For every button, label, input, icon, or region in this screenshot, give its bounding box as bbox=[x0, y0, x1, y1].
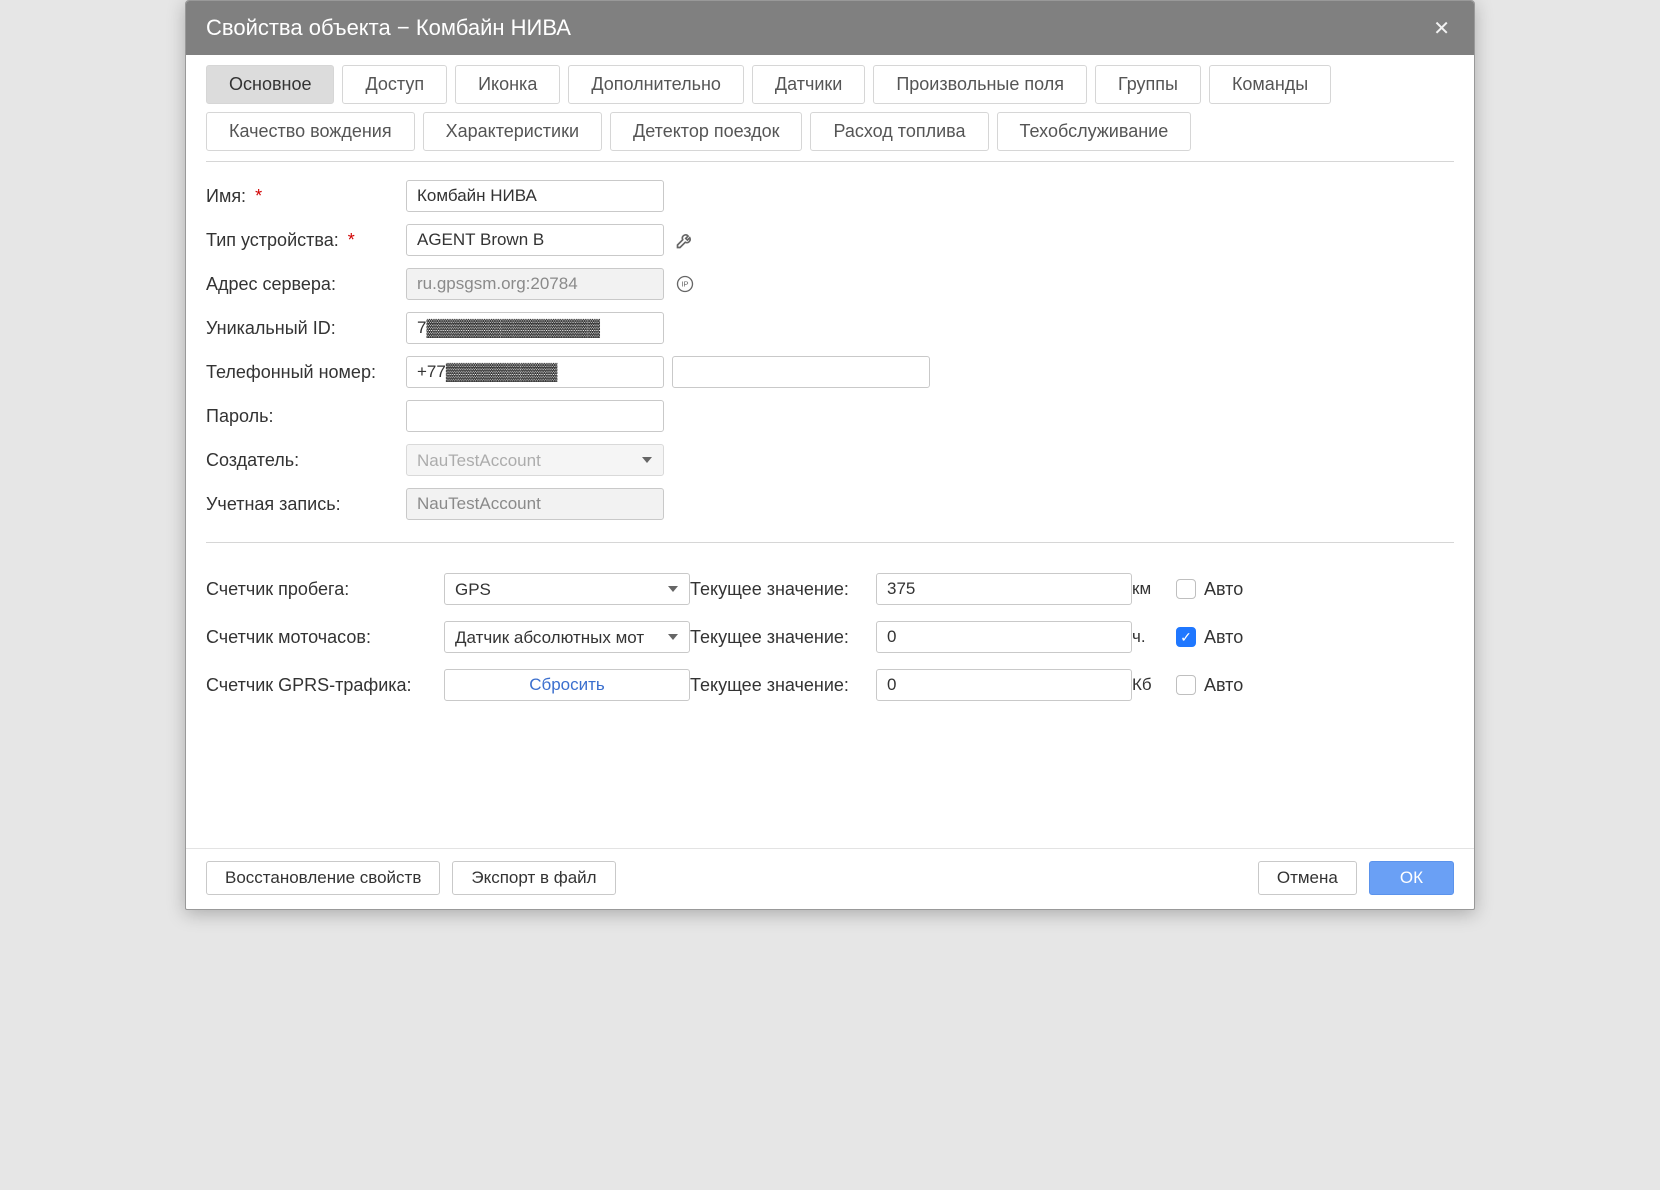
export-button[interactable]: Экспорт в файл bbox=[452, 861, 615, 895]
restore-button[interactable]: Восстановление свойств bbox=[206, 861, 440, 895]
gprs-auto-checkbox[interactable] bbox=[1176, 675, 1196, 695]
label-engine: Счетчик моточасов: bbox=[206, 627, 444, 648]
label-gprs-current: Текущее значение: bbox=[690, 675, 876, 696]
gprs-auto[interactable]: Авто bbox=[1176, 675, 1243, 696]
ip-icon[interactable]: IP bbox=[674, 273, 696, 295]
tab-icon[interactable]: Иконка bbox=[455, 65, 560, 104]
engine-auto[interactable]: Авто bbox=[1176, 627, 1243, 648]
label-phone: Телефонный номер: bbox=[206, 362, 406, 383]
separator bbox=[206, 542, 1454, 543]
row-phone: Телефонный номер: bbox=[206, 352, 1454, 392]
tab-general[interactable]: Основное bbox=[206, 65, 334, 104]
label-devtype-text: Тип устройства: bbox=[206, 230, 339, 250]
tab-trip-detector[interactable]: Детектор поездок bbox=[610, 112, 802, 151]
tab-custom-fields[interactable]: Произвольные поля bbox=[873, 65, 1087, 104]
tab-commands[interactable]: Команды bbox=[1209, 65, 1331, 104]
mileage-value-input[interactable] bbox=[876, 573, 1132, 605]
label-creator: Создатель: bbox=[206, 450, 406, 471]
label-uid: Уникальный ID: bbox=[206, 318, 406, 339]
label-mileage-current: Текущее значение: bbox=[690, 579, 876, 600]
row-devtype: Тип устройства: * bbox=[206, 220, 1454, 260]
svg-text:IP: IP bbox=[681, 280, 688, 289]
row-engine-hours: Счетчик моточасов: Датчик абсолютных мот… bbox=[206, 615, 1454, 659]
label-server: Адрес сервера: bbox=[206, 274, 406, 295]
server-input bbox=[406, 268, 664, 300]
dialog-body: Основное Доступ Иконка Дополнительно Дат… bbox=[186, 55, 1474, 848]
required-mark: * bbox=[348, 230, 355, 250]
object-properties-dialog: Свойства объекта − Комбайн НИВА ✕ Основн… bbox=[185, 0, 1475, 910]
row-mileage: Счетчик пробега: GPS Текущее значение: к… bbox=[206, 567, 1454, 611]
uid-input[interactable] bbox=[406, 312, 664, 344]
tab-specs[interactable]: Характеристики bbox=[423, 112, 602, 151]
unit-h: ч. bbox=[1132, 627, 1176, 647]
row-gprs: Счетчик GPRS-трафика: Сбросить Текущее з… bbox=[206, 663, 1454, 707]
name-input[interactable] bbox=[406, 180, 664, 212]
tab-extra[interactable]: Дополнительно bbox=[568, 65, 744, 104]
creator-select: NauTestAccount bbox=[406, 444, 664, 476]
tab-driving-quality[interactable]: Качество вождения bbox=[206, 112, 415, 151]
row-server: Адрес сервера: IP bbox=[206, 264, 1454, 304]
phone2-input[interactable] bbox=[672, 356, 930, 388]
titlebar: Свойства объекта − Комбайн НИВА ✕ bbox=[186, 1, 1474, 55]
label-password: Пароль: bbox=[206, 406, 406, 427]
tab-sensors[interactable]: Датчики bbox=[752, 65, 865, 104]
unit-km: км bbox=[1132, 579, 1176, 599]
gprs-value-input[interactable] bbox=[876, 669, 1132, 701]
required-mark: * bbox=[255, 186, 262, 206]
creator-select-wrap: NauTestAccount bbox=[406, 444, 664, 476]
cancel-button[interactable]: Отмена bbox=[1258, 861, 1357, 895]
mileage-mode-wrap: GPS bbox=[444, 573, 690, 605]
mileage-auto-checkbox[interactable] bbox=[1176, 579, 1196, 599]
row-name: Имя: * bbox=[206, 176, 1454, 216]
tab-maintenance[interactable]: Техобслуживание bbox=[997, 112, 1192, 151]
counters: Счетчик пробега: GPS Текущее значение: к… bbox=[206, 567, 1454, 707]
engine-mode-select[interactable]: Датчик абсолютных мот bbox=[444, 621, 690, 653]
label-name: Имя: * bbox=[206, 186, 406, 207]
row-account: Учетная запись: bbox=[206, 484, 1454, 524]
mileage-auto[interactable]: Авто bbox=[1176, 579, 1243, 600]
engine-mode-wrap: Датчик абсолютных мот bbox=[444, 621, 690, 653]
close-icon[interactable]: ✕ bbox=[1429, 16, 1454, 41]
tab-fuel[interactable]: Расход топлива bbox=[810, 112, 988, 151]
unit-kb: Кб bbox=[1132, 675, 1176, 695]
row-password: Пароль: bbox=[206, 396, 1454, 436]
row-creator: Создатель: NauTestAccount bbox=[206, 440, 1454, 480]
label-engine-current: Текущее значение: bbox=[690, 627, 876, 648]
ok-button[interactable]: ОК bbox=[1369, 861, 1454, 895]
devtype-input[interactable] bbox=[406, 224, 664, 256]
phone-input[interactable] bbox=[406, 356, 664, 388]
engine-value-input[interactable] bbox=[876, 621, 1132, 653]
gprs-auto-label: Авто bbox=[1204, 675, 1243, 696]
label-account: Учетная запись: bbox=[206, 494, 406, 515]
label-devtype: Тип устройства: * bbox=[206, 230, 406, 251]
mileage-mode-select[interactable]: GPS bbox=[444, 573, 690, 605]
label-mileage: Счетчик пробега: bbox=[206, 579, 444, 600]
tab-groups[interactable]: Группы bbox=[1095, 65, 1201, 104]
tab-access[interactable]: Доступ bbox=[342, 65, 447, 104]
row-uid: Уникальный ID: bbox=[206, 308, 1454, 348]
dialog-title: Свойства объекта − Комбайн НИВА bbox=[206, 15, 571, 41]
password-input[interactable] bbox=[406, 400, 664, 432]
wrench-icon[interactable] bbox=[674, 229, 696, 251]
gprs-reset-button[interactable]: Сбросить bbox=[444, 669, 690, 701]
label-name-text: Имя: bbox=[206, 186, 246, 206]
footer: Восстановление свойств Экспорт в файл От… bbox=[186, 848, 1474, 909]
mileage-auto-label: Авто bbox=[1204, 579, 1243, 600]
engine-auto-label: Авто bbox=[1204, 627, 1243, 648]
label-gprs: Счетчик GPRS-трафика: bbox=[206, 675, 444, 696]
engine-auto-checkbox[interactable] bbox=[1176, 627, 1196, 647]
tabs: Основное Доступ Иконка Дополнительно Дат… bbox=[206, 65, 1454, 162]
account-input bbox=[406, 488, 664, 520]
